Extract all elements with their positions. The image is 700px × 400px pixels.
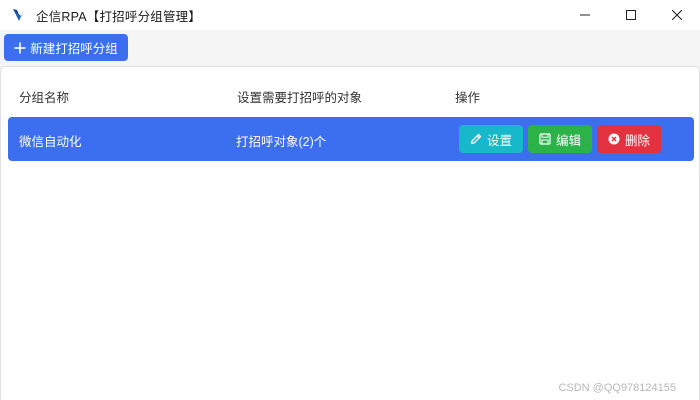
- delete-label: 删除: [624, 133, 650, 148]
- save-icon: [539, 133, 551, 145]
- watermark: CSDN @QQ978124155: [558, 382, 676, 394]
- close-icon: [672, 10, 682, 20]
- column-header-actions: 操作: [455, 91, 481, 105]
- new-group-button[interactable]: 新建打招呼分组: [4, 34, 128, 61]
- close-circle-icon: [608, 133, 620, 145]
- column-header-targets: 设置需要打招呼的对象: [237, 91, 363, 105]
- pencil-icon: [470, 133, 482, 145]
- column-header-group-name: 分组名称: [19, 91, 70, 105]
- setup-button[interactable]: 设置: [459, 125, 523, 153]
- edit-button[interactable]: 编辑: [528, 125, 592, 153]
- new-group-label: 新建打招呼分组: [30, 42, 118, 56]
- title-bar: 企信RPA【打招呼分组管理】: [0, 0, 700, 30]
- table-header: 分组名称 设置需要打招呼的对象 操作: [1, 67, 699, 117]
- close-window-button[interactable]: [654, 0, 700, 30]
- plus-icon: [14, 42, 26, 53]
- group-table-panel: 分组名称 设置需要打招呼的对象 操作 微信自动化 打招呼对象(2)个 设置 编辑: [0, 66, 700, 400]
- toolbar: 新建打招呼分组: [0, 30, 700, 64]
- minimize-button[interactable]: [562, 0, 608, 30]
- minimize-icon: [580, 14, 590, 16]
- group-name-cell: 微信自动化: [19, 135, 82, 149]
- delete-button[interactable]: 删除: [597, 125, 661, 153]
- window-title: 企信RPA【打招呼分组管理】: [36, 9, 202, 24]
- window-controls: [562, 0, 700, 30]
- table-row[interactable]: 微信自动化 打招呼对象(2)个 设置 编辑 删除: [8, 117, 694, 161]
- rpa-logo-icon: [13, 9, 25, 21]
- maximize-icon: [626, 10, 636, 20]
- edit-label: 编辑: [555, 133, 581, 148]
- setup-label: 设置: [486, 133, 512, 148]
- targets-cell: 打招呼对象(2)个: [236, 135, 327, 149]
- maximize-button[interactable]: [608, 0, 654, 30]
